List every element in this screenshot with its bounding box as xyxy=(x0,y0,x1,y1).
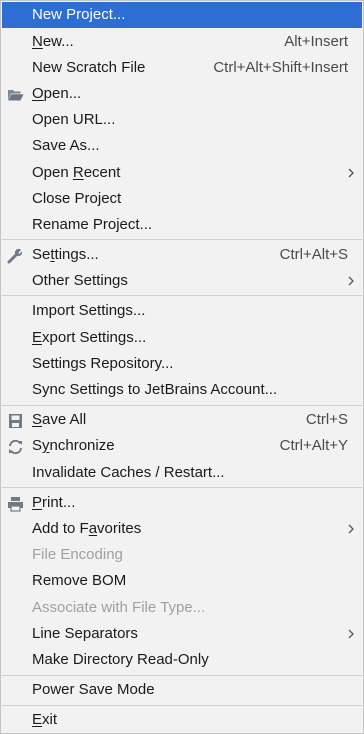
save-all-label: Save All xyxy=(32,411,87,428)
menu-item-open[interactable]: Open... xyxy=(2,81,362,107)
submenu-arrow-icon xyxy=(346,268,356,294)
add-to-favorites-label: Add to Favorites xyxy=(32,520,142,537)
menu-separator xyxy=(2,405,362,406)
new-scratch-label: New Scratch File xyxy=(32,59,146,76)
menu-separator xyxy=(2,675,362,676)
settings-label: Settings... xyxy=(32,246,99,263)
printer-icon xyxy=(7,495,24,512)
menu-item-associate-file-type: Associate with File Type... xyxy=(2,595,362,621)
menu-item-export-settings[interactable]: Export Settings... xyxy=(2,325,362,351)
menu-item-save-as[interactable]: Save As... xyxy=(2,133,362,159)
menu-item-new-scratch-file[interactable]: New Scratch File Ctrl+Alt+Shift+Insert xyxy=(2,55,362,81)
menu-item-save-all[interactable]: Save All Ctrl+S xyxy=(2,407,362,433)
menu-separator xyxy=(2,487,362,488)
menu-item-new-project[interactable]: New Project... xyxy=(2,2,362,28)
print-label: Print... xyxy=(32,494,76,511)
rename-project-label: Rename Project... xyxy=(32,216,153,233)
menu-item-open-url[interactable]: Open URL... xyxy=(2,107,362,133)
sync-icon xyxy=(7,438,24,455)
menu-separator xyxy=(2,239,362,240)
menu-item-synchronize[interactable]: Synchronize Ctrl+Alt+Y xyxy=(2,433,362,459)
sync-settings-label: Sync Settings to JetBrains Account... xyxy=(32,381,278,398)
menu-item-make-directory-read-only[interactable]: Make Directory Read-Only xyxy=(2,647,362,673)
save-as-label: Save As... xyxy=(32,137,100,154)
menu-item-add-to-favorites[interactable]: Add to Favorites xyxy=(2,516,362,542)
settings-repository-label: Settings Repository... xyxy=(32,355,174,372)
synchronize-label: Synchronize xyxy=(32,437,115,454)
menu-item-print[interactable]: Print... xyxy=(2,490,362,516)
open-url-label: Open URL... xyxy=(32,111,116,128)
exit-label: Exit xyxy=(32,711,58,728)
invalidate-caches-label: Invalidate Caches / Restart... xyxy=(32,464,225,481)
menu-item-settings-repository[interactable]: Settings Repository... xyxy=(2,351,362,377)
menu-separator xyxy=(2,295,362,296)
menu-item-settings[interactable]: Settings... Ctrl+Alt+S xyxy=(2,242,362,268)
submenu-arrow-icon xyxy=(346,621,356,647)
menu-separator xyxy=(2,705,362,706)
synchronize-shortcut: Ctrl+Alt+Y xyxy=(279,437,348,454)
save-disk-icon xyxy=(7,412,24,428)
menu-item-import-settings[interactable]: Import Settings... xyxy=(2,298,362,324)
wrench-icon xyxy=(7,247,24,264)
settings-shortcut: Ctrl+Alt+S xyxy=(279,246,348,263)
new-label: New... xyxy=(32,33,74,50)
folder-open-icon xyxy=(7,86,24,102)
menu-item-new[interactable]: New... Alt+Insert xyxy=(2,29,362,55)
associate-file-type-label: Associate with File Type... xyxy=(32,599,206,616)
save-all-shortcut: Ctrl+S xyxy=(305,411,348,428)
menu-item-other-settings[interactable]: Other Settings xyxy=(2,268,362,294)
import-settings-label: Import Settings... xyxy=(32,302,146,319)
menu-item-file-encoding: File Encoding xyxy=(2,542,362,568)
close-project-label: Close Project xyxy=(32,190,122,207)
menu-item-open-recent[interactable]: Open Recent xyxy=(2,160,362,186)
menu-item-sync-settings[interactable]: Sync Settings to JetBrains Account... xyxy=(2,377,362,403)
menu-item-exit[interactable]: Exit xyxy=(2,707,362,733)
power-save-mode-label: Power Save Mode xyxy=(32,681,155,698)
open-recent-label: Open Recent xyxy=(32,164,121,181)
line-separators-label: Line Separators xyxy=(32,625,138,642)
menu-item-power-save-mode[interactable]: Power Save Mode xyxy=(2,677,362,703)
new-shortcut: Alt+Insert xyxy=(284,33,348,50)
other-settings-label: Other Settings xyxy=(32,272,128,289)
menu-item-line-separators[interactable]: Line Separators xyxy=(2,621,362,647)
menu-item-remove-bom[interactable]: Remove BOM xyxy=(2,568,362,594)
new-project-label: New Project... xyxy=(32,6,126,23)
menu-item-invalidate-caches[interactable]: Invalidate Caches / Restart... xyxy=(2,460,362,486)
export-settings-label: Export Settings... xyxy=(32,329,147,346)
remove-bom-label: Remove BOM xyxy=(32,572,127,589)
submenu-arrow-icon xyxy=(346,160,356,186)
menu-item-close-project[interactable]: Close Project xyxy=(2,186,362,212)
file-menu: New Project... New... Alt+Insert New Scr… xyxy=(0,0,364,734)
menu-item-rename-project[interactable]: Rename Project... xyxy=(2,212,362,238)
make-read-only-label: Make Directory Read-Only xyxy=(32,651,209,668)
open-label: Open... xyxy=(32,85,82,102)
file-encoding-label: File Encoding xyxy=(32,546,123,563)
submenu-arrow-icon xyxy=(346,516,356,542)
new-scratch-shortcut: Ctrl+Alt+Shift+Insert xyxy=(213,59,348,76)
